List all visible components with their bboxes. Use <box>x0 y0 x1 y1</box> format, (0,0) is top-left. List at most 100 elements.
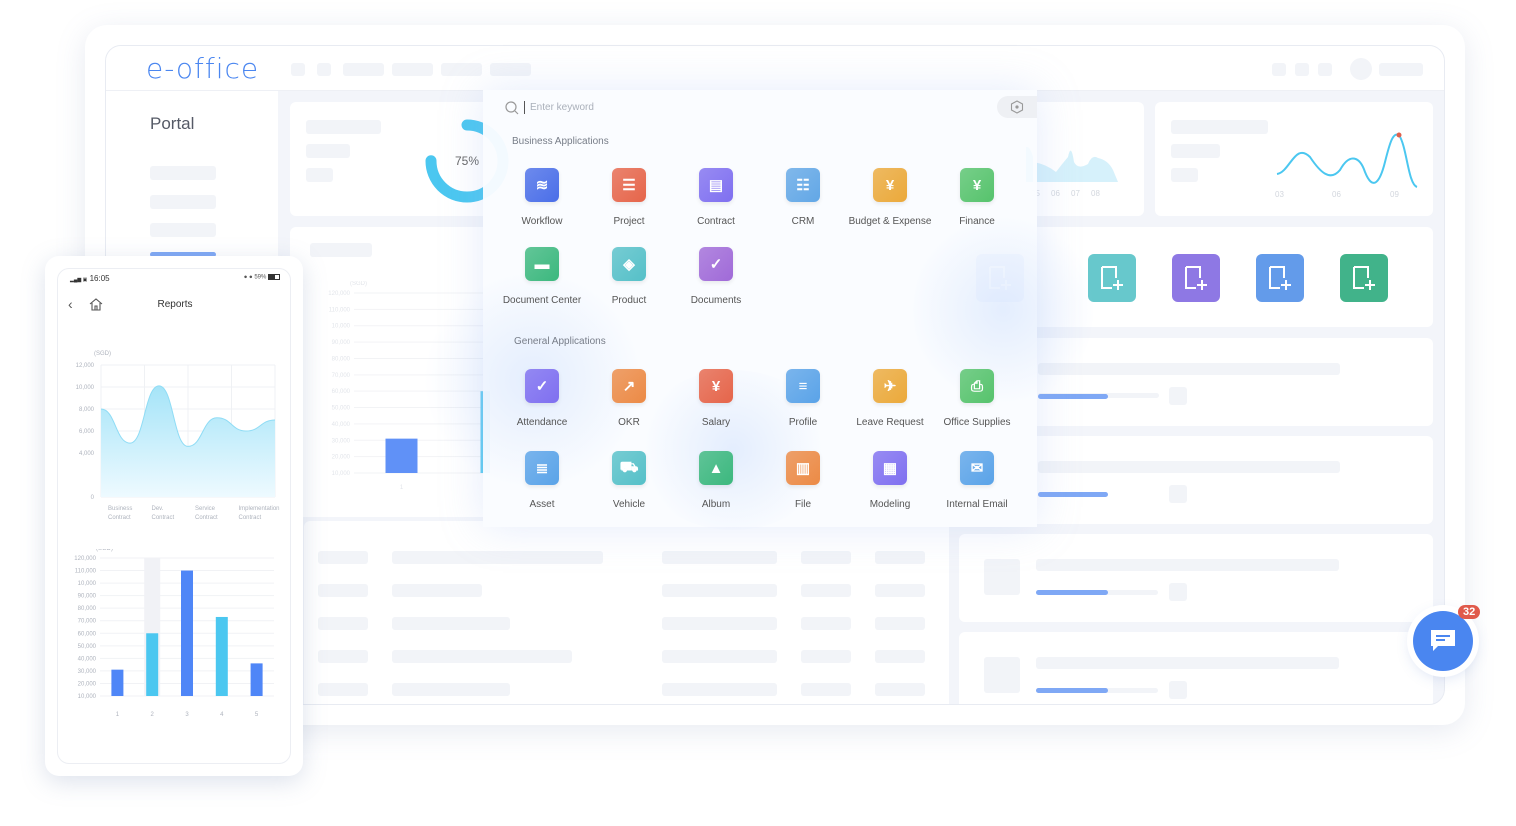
sidebar-item[interactable] <box>150 195 216 209</box>
app-vehicle[interactable]: ⛟ Vehicle <box>584 451 674 510</box>
table-cell <box>318 617 368 630</box>
contact-card-icon: ☷ <box>786 168 820 202</box>
bar-4[interactable] <box>215 616 228 696</box>
app-label: Budget & Expense <box>848 216 932 227</box>
app-label: Project <box>613 216 645 227</box>
app-attendance[interactable]: ✓ Attendance <box>497 369 587 428</box>
logo: e-office <box>146 52 260 85</box>
nav-placeholder[interactable] <box>343 63 384 76</box>
app-label: Document Center <box>502 295 582 306</box>
y-tick-label: 6,000 <box>79 429 95 435</box>
search-icon <box>505 101 519 115</box>
app-profile[interactable]: ≡ Profile <box>758 369 848 428</box>
line-series[interactable] <box>1276 133 1418 188</box>
x-tick-label: Contract <box>195 515 218 521</box>
table-cell <box>662 584 777 597</box>
app-modeling[interactable]: ▦ Modeling <box>845 451 935 510</box>
app-album[interactable]: ▲ Album <box>671 451 761 510</box>
sidebar-item[interactable] <box>150 166 216 180</box>
sidebar-item[interactable] <box>150 223 216 237</box>
battery-level: 59% <box>254 274 267 281</box>
add-favorite-doc-button[interactable] <box>1088 254 1136 302</box>
bar-2[interactable] <box>146 633 159 696</box>
add-flow-button[interactable] <box>1256 254 1304 302</box>
bar-1[interactable] <box>385 438 418 473</box>
app-document-center[interactable]: ▬ Document Center <box>497 247 587 306</box>
table-cell <box>875 617 925 630</box>
app-product[interactable]: ◈ Product <box>584 247 674 306</box>
table-cell <box>662 650 777 663</box>
app-label: Attendance <box>516 417 568 428</box>
app-label: File <box>794 499 812 510</box>
header-action[interactable] <box>1272 63 1286 76</box>
app-finance[interactable]: ¥ Finance <box>932 168 1022 227</box>
app-budget-expense[interactable]: ¥ Budget & Expense <box>845 168 935 227</box>
list-card <box>959 632 1433 704</box>
bar-1[interactable] <box>111 669 124 696</box>
nav-placeholder[interactable] <box>392 63 433 76</box>
page-title: Reports <box>157 299 193 310</box>
add-document-button[interactable] <box>1172 254 1220 302</box>
table-cell <box>318 650 368 663</box>
sidebar-title: Portal <box>150 114 195 133</box>
app-leave-request[interactable]: ✈ Leave Request <box>845 369 935 428</box>
app-asset[interactable]: ≣ Asset <box>497 451 587 510</box>
app-office-supplies[interactable]: ⎙ Office Supplies <box>932 369 1022 428</box>
nav-placeholder[interactable] <box>291 63 305 76</box>
app-salary[interactable]: ¥ Salary <box>671 369 761 428</box>
bar-3[interactable] <box>181 570 193 696</box>
header-action[interactable] <box>1295 63 1309 76</box>
status-time: ▂▄▆ ▣ 16:05 <box>70 274 110 283</box>
nav-placeholder[interactable] <box>317 63 331 76</box>
app-project[interactable]: ☰ Project <box>584 168 674 227</box>
database-icon: ≣ <box>525 451 559 485</box>
app-documents[interactable]: ✓ Documents <box>671 247 761 306</box>
user-name-placeholder[interactable] <box>1379 63 1423 76</box>
app-okr[interactable]: ↗ OKR <box>584 369 674 428</box>
nav-placeholder[interactable] <box>490 63 531 76</box>
app-internal-email[interactable]: ✉ Internal Email <box>932 451 1022 510</box>
app-crm[interactable]: ☷ CRM <box>758 168 848 227</box>
y-tick-label: 90,000 <box>78 594 97 600</box>
x-tick-label: 06 <box>1051 189 1060 198</box>
peak-marker[interactable] <box>1396 132 1402 138</box>
status-battery: ● ● 59% <box>244 274 280 281</box>
nav-placeholder[interactable] <box>441 63 482 76</box>
app-workflow[interactable]: ≋ Workflow <box>497 168 587 227</box>
file-binders-icon: ▥ <box>786 451 820 485</box>
chart-unit: (SGD) <box>96 549 113 552</box>
app-file[interactable]: ▥ File <box>758 451 848 510</box>
table-cell <box>875 551 925 564</box>
chat-button[interactable] <box>1413 611 1473 671</box>
avatar[interactable] <box>1350 58 1372 80</box>
table-cell <box>318 551 368 564</box>
header-action[interactable] <box>1318 63 1332 76</box>
add-mail-button[interactable] <box>1340 254 1388 302</box>
app-label: Office Supplies <box>943 417 1011 428</box>
y-tick-label: 20,000 <box>78 681 97 687</box>
signal-icon: ▂▄▆ ▣ <box>70 277 88 283</box>
vehicle-icon: ⛟ <box>612 451 646 485</box>
app-label: Product <box>611 295 647 306</box>
y-tick-label: 60,000 <box>78 631 97 637</box>
clipboard-icon: ☰ <box>612 168 646 202</box>
bar-5[interactable] <box>250 663 263 696</box>
line-chart: 03 06 09 <box>1275 132 1418 199</box>
y-tick-label: 50,000 <box>332 406 351 412</box>
app-label: Profile <box>788 417 818 428</box>
y-tick-label: 10,000 <box>76 385 95 391</box>
add-document-icon <box>1185 266 1207 290</box>
y-tick-label: 10,000 <box>78 581 97 587</box>
y-tick-label: 120,000 <box>74 556 96 562</box>
app-label: Salary <box>701 417 731 428</box>
battery-icon <box>268 274 280 280</box>
y-tick-label: 120,000 <box>328 291 350 297</box>
x-tick-label: 5 <box>255 712 259 718</box>
chart-unit: (SGD) <box>350 281 367 287</box>
top-bar: e-office <box>106 46 1444 91</box>
settings-button[interactable] <box>997 96 1037 118</box>
search-input[interactable]: Enter keyword <box>530 102 594 113</box>
business-apps-title: Business Applications <box>512 136 609 147</box>
app-contract[interactable]: ▤ Contract <box>671 168 761 227</box>
x-tick-label: 07 <box>1071 189 1080 198</box>
